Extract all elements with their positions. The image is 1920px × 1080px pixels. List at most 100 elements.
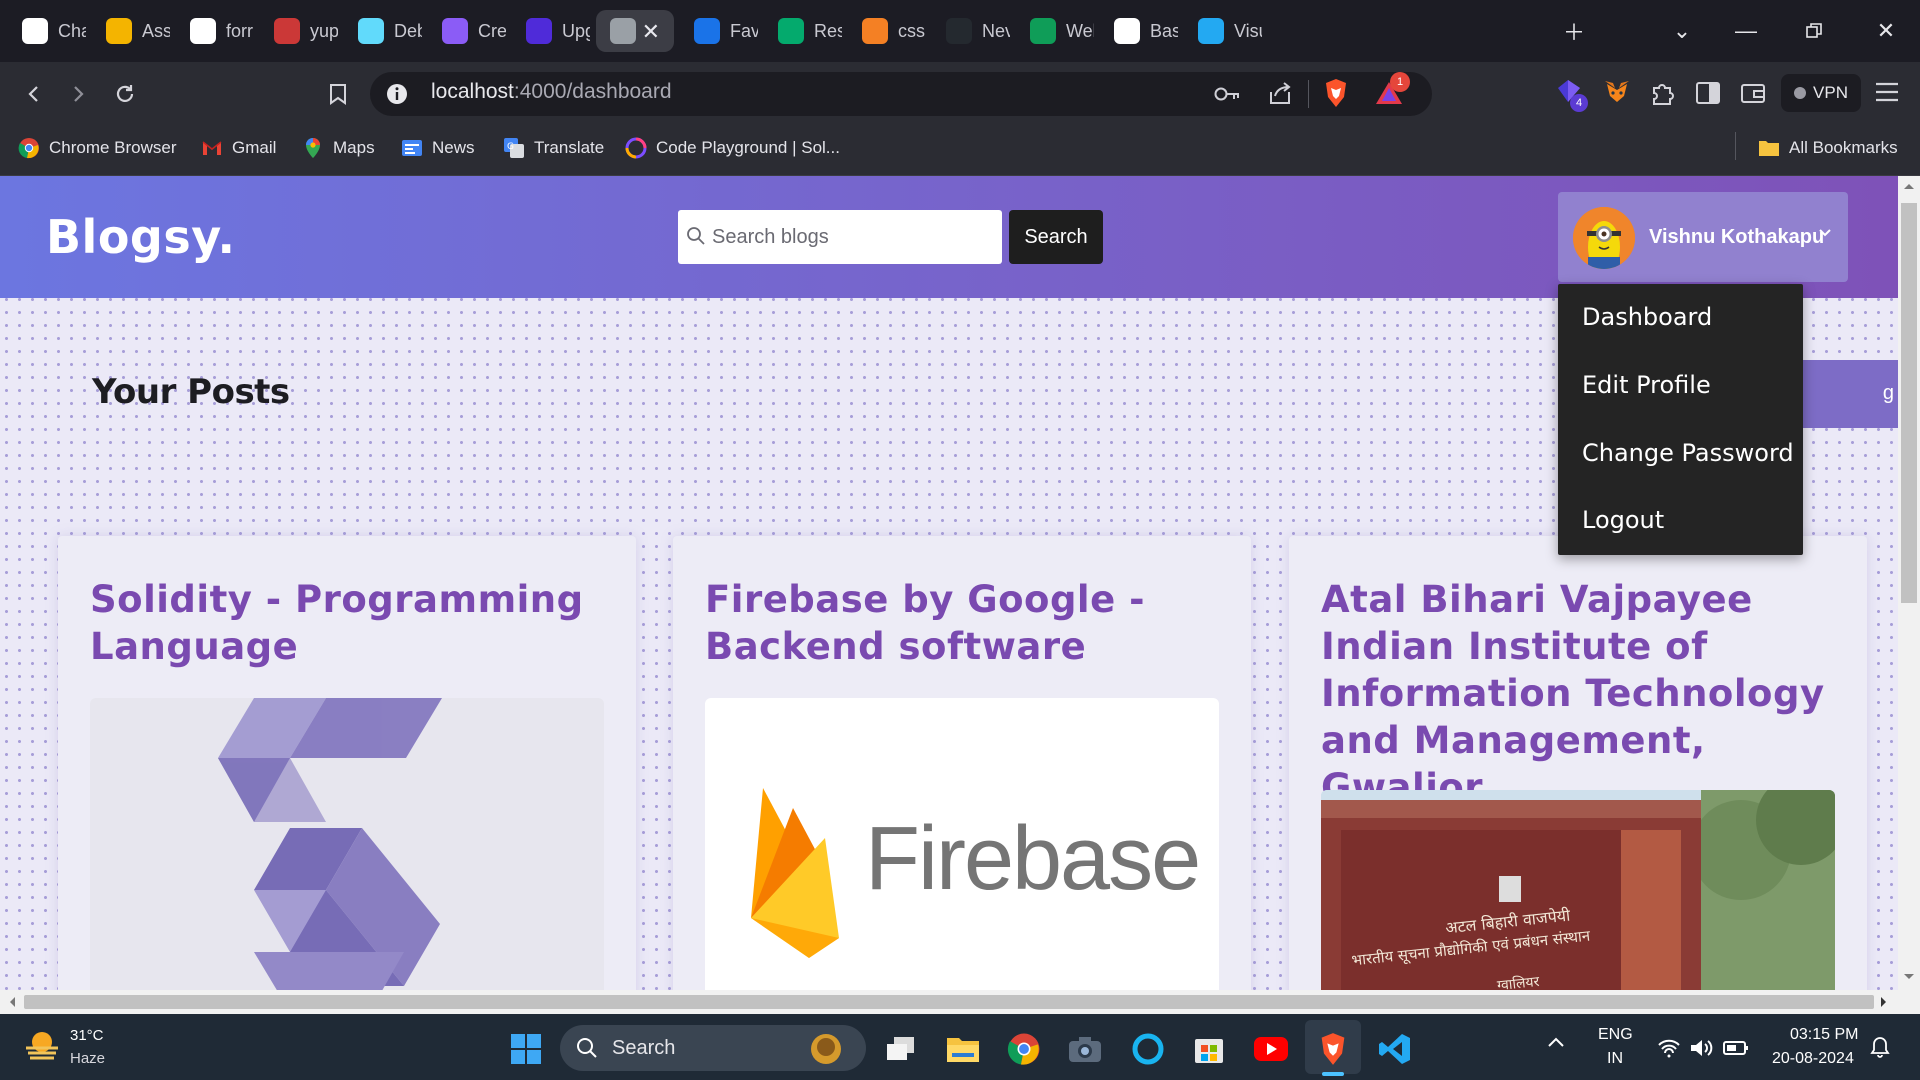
- browser-tab[interactable]: Basi: [1100, 10, 1178, 52]
- taskbar-search-box[interactable]: Search: [560, 1025, 866, 1071]
- chevron-down-icon[interactable]: [1819, 228, 1831, 238]
- bookmark-chrome-browser[interactable]: Chrome Browser: [18, 134, 177, 162]
- browser-tab[interactable]: Nev: [932, 10, 1010, 52]
- bookmark-translate[interactable]: G Translate: [503, 134, 604, 162]
- camera-app-icon[interactable]: [1066, 1030, 1104, 1068]
- browser-tab[interactable]: Wel: [1016, 10, 1094, 52]
- browser-tab[interactable]: Assi: [92, 10, 170, 52]
- avatar[interactable]: [1573, 207, 1635, 269]
- windows-start-icon[interactable]: [507, 1030, 545, 1068]
- browser-tab[interactable]: forr: [176, 10, 254, 52]
- notification-bell-icon[interactable]: [1870, 1036, 1890, 1058]
- scroll-down-arrow-icon[interactable]: [1903, 973, 1915, 981]
- menu-item-change-password[interactable]: Change Password: [1582, 439, 1794, 467]
- password-key-icon[interactable]: [1213, 84, 1241, 104]
- tab-label: Cha: [58, 20, 86, 41]
- brave-taskbar-icon[interactable]: [1314, 1030, 1352, 1068]
- profile-name[interactable]: Vishnu Kothakapu: [1649, 226, 1824, 249]
- post-card[interactable]: Atal Bihari Vajpayee Indian Institute of…: [1289, 536, 1867, 990]
- minimize-button[interactable]: —: [1726, 14, 1766, 48]
- youtube-icon[interactable]: [1252, 1030, 1290, 1068]
- tab-search-chevron-icon[interactable]: ⌄: [1662, 14, 1702, 48]
- menu-item-logout[interactable]: Logout: [1582, 506, 1664, 534]
- tab-label: Wel: [1066, 20, 1094, 41]
- bookmarks-divider: [1735, 132, 1736, 160]
- wallet-icon[interactable]: [1741, 82, 1765, 104]
- vertical-scrollbar-thumb[interactable]: [1901, 203, 1917, 603]
- new-tab-button[interactable]: ＋: [1554, 14, 1594, 48]
- browser-tab[interactable]: Deb: [344, 10, 422, 52]
- url-text[interactable]: localhost:4000/dashboard: [431, 80, 672, 104]
- tab-label: Deb: [394, 20, 422, 41]
- menu-item-edit-profile[interactable]: Edit Profile: [1582, 371, 1711, 399]
- language-indicator-1[interactable]: ENG: [1598, 1026, 1633, 1044]
- vpn-button[interactable]: VPN: [1781, 74, 1861, 112]
- share-icon[interactable]: [1267, 80, 1293, 106]
- reload-button[interactable]: [107, 76, 143, 112]
- bookmark-news[interactable]: News: [401, 134, 475, 162]
- browser-tab[interactable]: Cha: [8, 10, 86, 52]
- post-title[interactable]: Solidity - Programming Language: [90, 576, 610, 670]
- codeplayground-icon: [625, 137, 647, 159]
- extensions-puzzle-icon[interactable]: [1650, 80, 1676, 106]
- restore-button[interactable]: [1794, 14, 1834, 48]
- vpn-status-icon: [1794, 87, 1807, 99]
- browser-tab[interactable]: ✕: [596, 10, 674, 52]
- task-view-icon[interactable]: [882, 1030, 920, 1068]
- all-bookmarks-button[interactable]: All Bookmarks: [1758, 134, 1898, 162]
- firebase-wordmark: Firebase: [865, 809, 1201, 909]
- bookmark-icon[interactable]: [320, 76, 356, 112]
- scroll-up-arrow-icon[interactable]: [1903, 182, 1915, 190]
- scroll-right-arrow-icon[interactable]: [1880, 996, 1888, 1008]
- scroll-left-arrow-icon[interactable]: [8, 996, 16, 1008]
- horizontal-scrollbar-thumb[interactable]: [24, 995, 1874, 1009]
- brand-logo[interactable]: Blogsy.: [46, 210, 235, 264]
- bookmark-code-playground[interactable]: Code Playground | Sol...: [625, 134, 840, 162]
- tab-label: css: [898, 20, 925, 41]
- search-highlight-icon: [811, 1034, 841, 1064]
- search-button[interactable]: Search: [1009, 210, 1103, 264]
- microsoft-store-icon[interactable]: [1190, 1030, 1228, 1068]
- language-indicator-2[interactable]: IN: [1607, 1050, 1623, 1068]
- weather-haze-icon[interactable]: [22, 1028, 62, 1064]
- search-input[interactable]: [712, 211, 992, 263]
- post-title[interactable]: Atal Bihari Vajpayee Indian Institute of…: [1321, 576, 1841, 811]
- maps-icon: [306, 138, 320, 158]
- browser-tab[interactable]: Res: [764, 10, 842, 52]
- browser-tab[interactable]: yup: [260, 10, 338, 52]
- browser-tab[interactable]: Upg: [512, 10, 590, 52]
- post-title[interactable]: Firebase by Google - Backend software: [705, 576, 1225, 670]
- close-window-button[interactable]: ✕: [1866, 14, 1906, 48]
- sidebar-toggle-icon[interactable]: [1696, 82, 1720, 104]
- clock-time[interactable]: 03:15 PM: [1790, 1026, 1858, 1044]
- brave-shields-icon[interactable]: [1323, 78, 1349, 108]
- menu-item-dashboard[interactable]: Dashboard: [1582, 303, 1712, 331]
- weather-temp[interactable]: 31°C: [70, 1027, 104, 1044]
- cortana-icon[interactable]: [1129, 1030, 1167, 1068]
- bookmark-maps[interactable]: Maps: [302, 134, 375, 162]
- back-button[interactable]: [16, 76, 52, 112]
- browser-tab[interactable]: Favi: [680, 10, 758, 52]
- clock-date[interactable]: 20-08-2024: [1772, 1050, 1854, 1068]
- browser-tab[interactable]: css: [848, 10, 926, 52]
- file-explorer-icon[interactable]: [944, 1030, 982, 1068]
- browser-tab[interactable]: Cre: [428, 10, 506, 52]
- close-tab-icon[interactable]: ✕: [642, 19, 660, 45]
- weather-desc[interactable]: Haze: [70, 1050, 105, 1067]
- metamask-icon[interactable]: [1603, 78, 1631, 106]
- bookmark-gmail[interactable]: Gmail: [201, 134, 276, 162]
- forward-button[interactable]: [60, 76, 96, 112]
- vscode-taskbar-icon[interactable]: [1376, 1030, 1414, 1068]
- show-hidden-icons-chevron-icon[interactable]: [1547, 1036, 1565, 1048]
- wifi-icon[interactable]: [1657, 1038, 1681, 1058]
- battery-icon[interactable]: [1723, 1040, 1749, 1056]
- post-card[interactable]: Firebase by Google - Backend software Fi…: [673, 536, 1251, 990]
- chrome-taskbar-icon[interactable]: [1005, 1030, 1043, 1068]
- github-icon: [1114, 18, 1140, 44]
- site-info-icon[interactable]: [385, 82, 409, 106]
- menu-hamburger-icon[interactable]: [1875, 82, 1899, 102]
- volume-icon[interactable]: [1689, 1037, 1713, 1059]
- browser-tab[interactable]: Visu: [1184, 10, 1262, 52]
- post-card[interactable]: Solidity - Programming Language: [58, 536, 636, 990]
- gate-text-line3: ग्वालियर: [1496, 973, 1541, 990]
